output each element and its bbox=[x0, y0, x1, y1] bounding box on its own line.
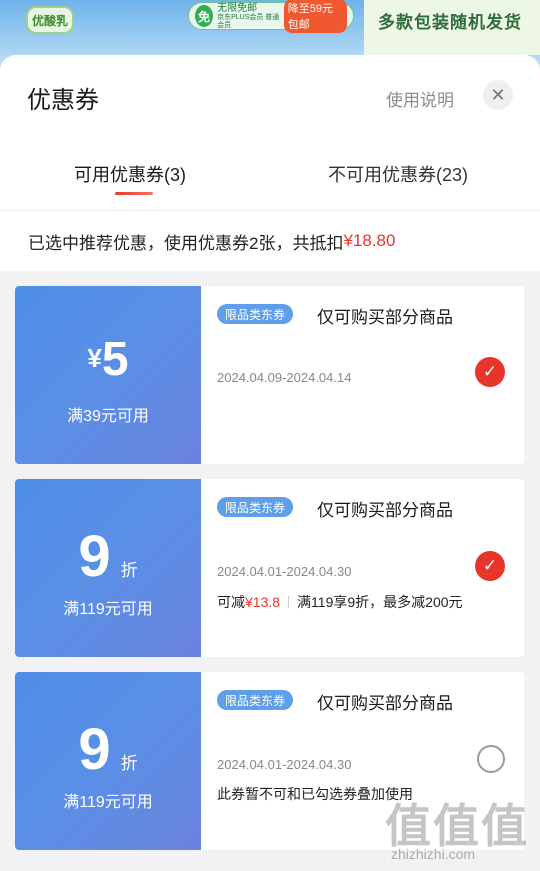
savings-amount: ¥13.8 bbox=[245, 594, 281, 610]
coupon-details: 限品类东券 仅可购买部分商品 2024.04.09-2024.04.14 ✓ bbox=[201, 286, 524, 464]
savings-prefix: 可减 bbox=[217, 594, 245, 610]
promo-line2: 京东PLUS会员 普通会员 bbox=[217, 13, 280, 29]
coupon-value-panel: ¥5 满39元可用 bbox=[15, 286, 201, 464]
sheet-title: 优惠券 bbox=[27, 87, 99, 114]
coupon-amount: 9折 bbox=[15, 523, 201, 590]
coupon-condition: 满119元可用 bbox=[63, 601, 153, 618]
coupon-value-panel: 9折 满119元可用 bbox=[15, 479, 201, 657]
coupon-details: 限品类东券 仅可购买部分商品 2024.04.01-2024.04.30 此券暂… bbox=[201, 672, 524, 850]
savings-rule: 满119享9折，最多减200元 bbox=[297, 594, 463, 610]
coupon-note: 此券暂不可和已勾选券叠加使用 bbox=[217, 786, 413, 802]
coupon-scope: 仅可购买部分商品 bbox=[317, 501, 453, 520]
active-tab-indicator bbox=[115, 192, 153, 195]
coupon-tag: 限品类东券 bbox=[217, 690, 294, 710]
coupon-amount: 9折 bbox=[15, 716, 201, 783]
packaging-banner: 多款包装随机发货 bbox=[364, 0, 540, 55]
coupon-savings: 可减¥13.8 满119享9折，最多减200元 bbox=[217, 592, 463, 612]
coupon-condition: 满39元可用 bbox=[67, 408, 149, 425]
check-icon[interactable]: ✓ bbox=[475, 551, 505, 581]
summary-amount: ¥18.80 bbox=[343, 231, 396, 250]
coupon-date: 2024.04.09-2024.04.14 bbox=[217, 370, 352, 385]
coupon-value: 9 bbox=[78, 717, 111, 782]
separator bbox=[288, 596, 290, 608]
unchecked-radio[interactable] bbox=[477, 745, 505, 773]
shipping-promo: 免 无限免邮 京东PLUS会员 普通会员 降至59元包邮 bbox=[188, 0, 354, 33]
coupon-condition: 满119元可用 bbox=[63, 794, 153, 811]
coupon-scope: 仅可购买部分商品 bbox=[317, 694, 453, 713]
coupon-value: 5 bbox=[101, 333, 129, 386]
coupon-amount: ¥5 bbox=[15, 332, 201, 387]
coupon-value-panel: 9折 满119元可用 bbox=[15, 672, 201, 850]
promo-text: 无限免邮 京东PLUS会员 普通会员 bbox=[217, 3, 280, 30]
discount-unit: 折 bbox=[120, 561, 138, 580]
coupon-card[interactable]: ¥5 满39元可用 限品类东券 仅可购买部分商品 2024.04.09-2024… bbox=[15, 286, 524, 464]
selection-summary: 已选中推荐优惠，使用优惠券2张，共抵扣 ¥18.80 bbox=[0, 211, 540, 271]
tab-unavailable[interactable]: 不可用优惠券(23) bbox=[328, 161, 468, 187]
currency-symbol: ¥ bbox=[87, 343, 102, 373]
free-shipping-badge: 免 bbox=[195, 5, 214, 27]
close-icon[interactable]: ✕ bbox=[483, 80, 513, 110]
sheet-header: 优惠券 使用说明 ✕ 可用优惠券(3) 不可用优惠券(23) bbox=[0, 55, 540, 210]
coupon-date: 2024.04.01-2024.04.30 bbox=[217, 564, 352, 579]
tab-available[interactable]: 可用优惠券(3) bbox=[74, 161, 186, 187]
coupon-value: 9 bbox=[78, 524, 111, 589]
coupon-tag: 限品类东券 bbox=[217, 497, 294, 517]
coupon-date: 2024.04.01-2024.04.30 bbox=[217, 757, 352, 772]
coupon-card[interactable]: 9折 满119元可用 限品类东券 仅可购买部分商品 2024.04.01-202… bbox=[15, 479, 524, 657]
coupon-scope: 仅可购买部分商品 bbox=[317, 308, 453, 327]
discount-unit: 折 bbox=[120, 754, 138, 773]
promo-line1: 无限免邮 bbox=[217, 2, 258, 14]
packaging-text: 多款包装随机发货 bbox=[378, 13, 522, 32]
summary-text: 已选中推荐优惠，使用优惠券2张，共抵扣 bbox=[28, 233, 344, 253]
coupon-tag: 限品类东券 bbox=[217, 304, 294, 324]
promo-price: 降至59元包邮 bbox=[283, 0, 347, 33]
coupon-sheet: 优惠券 使用说明 ✕ 可用优惠券(3) 不可用优惠券(23) 已选中推荐优惠，使… bbox=[0, 55, 540, 871]
usage-help-link[interactable]: 使用说明 bbox=[386, 86, 454, 111]
brand-logo: 优酸乳 bbox=[26, 6, 74, 34]
check-icon[interactable]: ✓ bbox=[475, 357, 505, 387]
coupon-details: 限品类东券 仅可购买部分商品 2024.04.01-2024.04.30 可减¥… bbox=[201, 479, 524, 657]
coupon-card[interactable]: 9折 满119元可用 限品类东券 仅可购买部分商品 2024.04.01-202… bbox=[15, 672, 524, 850]
